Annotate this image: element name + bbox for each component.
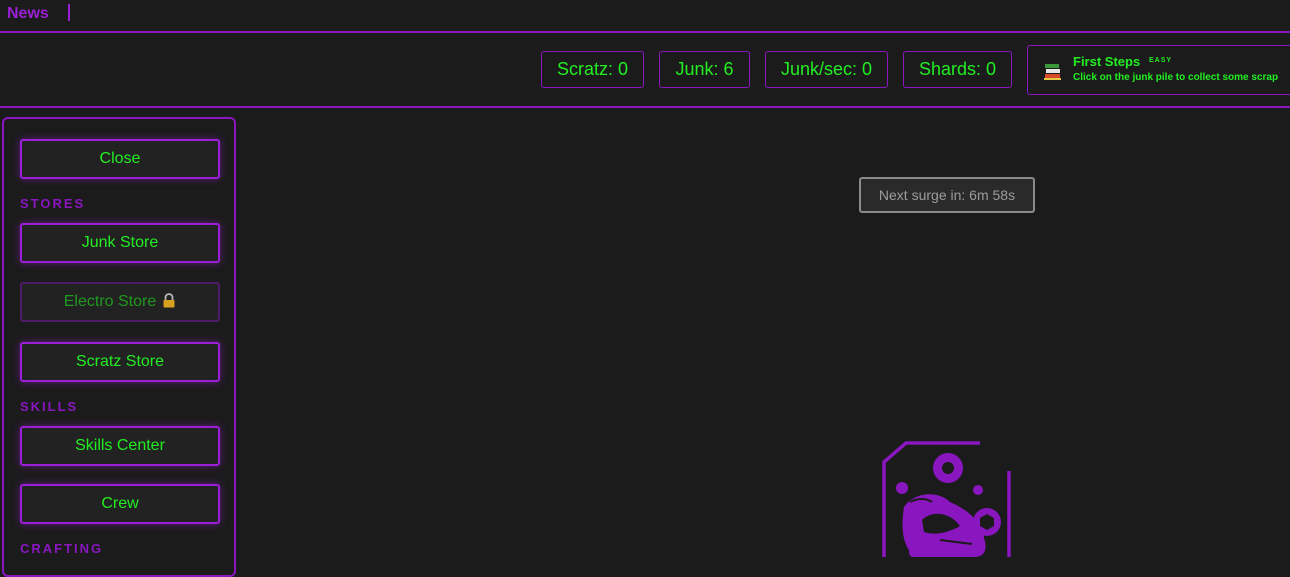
electro-store-button[interactable]: Electro Store bbox=[20, 282, 220, 322]
junk-pile-icon[interactable] bbox=[880, 440, 1015, 557]
books-icon bbox=[1044, 64, 1061, 80]
scratz-counter: Scratz: 0 bbox=[541, 51, 644, 88]
electro-store-label: Electro Store bbox=[63, 293, 157, 310]
section-label-skills: SKILLS bbox=[20, 399, 79, 414]
junk-per-sec-counter: Junk/sec: 0 bbox=[765, 51, 888, 88]
news-label[interactable]: News bbox=[7, 5, 49, 23]
quest-difficulty-badge: EASY bbox=[1149, 57, 1173, 64]
shards-counter: Shards: 0 bbox=[903, 51, 1012, 88]
resource-bar: Scratz: 0 Junk: 6 Junk/sec: 0 Shards: 0 … bbox=[0, 33, 1290, 108]
skills-center-button[interactable]: Skills Center bbox=[20, 426, 220, 466]
quest-description: Click on the junk pile to collect some s… bbox=[1073, 72, 1279, 83]
quest-title: First Steps bbox=[1073, 54, 1141, 69]
section-label-stores: STORES bbox=[20, 196, 86, 211]
close-button[interactable]: Close bbox=[20, 139, 220, 179]
news-bar: News bbox=[0, 0, 1290, 33]
surge-timer: Next surge in: 6m 58s bbox=[859, 177, 1035, 213]
junk-counter: Junk: 6 bbox=[659, 51, 750, 88]
sidebar: Close STORES Junk Store Electro Store Sc… bbox=[2, 117, 236, 577]
lock-icon bbox=[162, 293, 176, 311]
junk-store-button[interactable]: Junk Store bbox=[20, 223, 220, 263]
scratz-store-button[interactable]: Scratz Store bbox=[20, 342, 220, 382]
quest-card[interactable]: First Steps EASY Click on the junk pile … bbox=[1027, 45, 1290, 95]
crew-button[interactable]: Crew bbox=[20, 484, 220, 524]
section-label-crafting: CRAFTING bbox=[20, 541, 104, 556]
news-separator bbox=[68, 4, 70, 21]
